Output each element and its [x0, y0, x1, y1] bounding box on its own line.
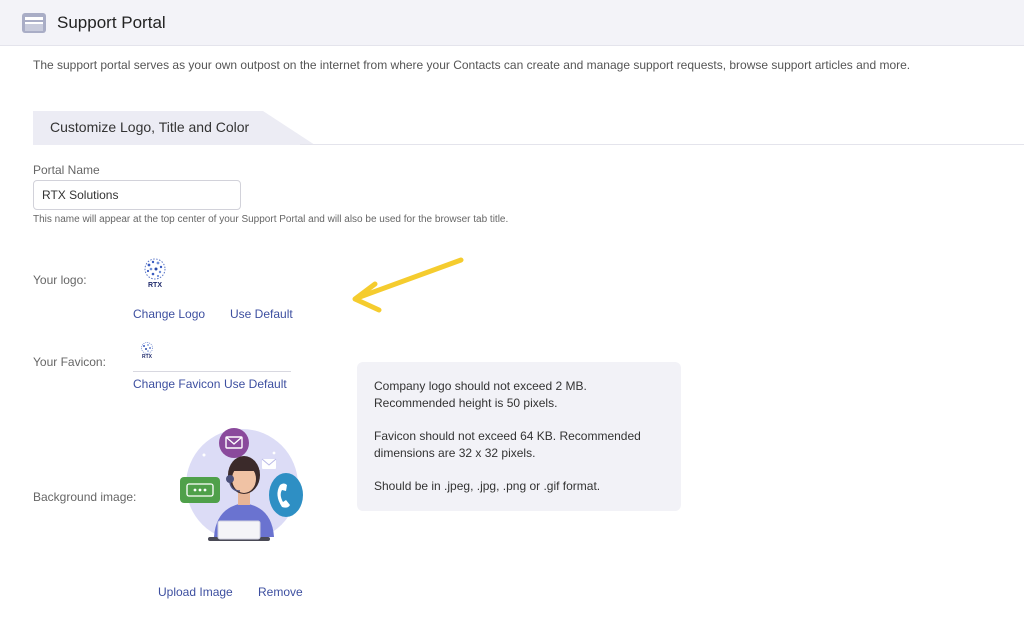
portal-name-hint: This name will appear at the top center … [33, 214, 509, 225]
page-title: Support Portal [57, 13, 166, 32]
portal-description: The support portal serves as your own ou… [33, 58, 911, 72]
favicon-wordmark: RTX [142, 354, 152, 360]
favicon-divider [133, 371, 291, 372]
favicon-label: Your Favicon: [33, 355, 106, 369]
change-favicon-link[interactable]: Change Favicon [133, 377, 220, 391]
favicon-use-default-link[interactable]: Use Default [224, 377, 287, 391]
portal-window-icon [22, 13, 46, 33]
upload-image-link[interactable]: Upload Image [158, 585, 233, 599]
logo-use-default-link[interactable]: Use Default [230, 307, 293, 321]
favicon-size-note: Favicon should not exceed 64 KB. Recomme… [374, 429, 641, 460]
support-agent-illustration [180, 428, 303, 541]
logo-size-note: Company logo should not exceed 2 MB. Rec… [374, 379, 587, 410]
logo-label: Your logo: [33, 273, 87, 287]
section-title: Customize Logo, Title and Color [50, 119, 250, 135]
globe-logo-icon [144, 258, 166, 280]
format-note: Should be in .jpeg, .jpg, .png or .gif f… [374, 479, 601, 493]
section-divider [300, 144, 1024, 145]
company-logo: RTX [140, 256, 170, 292]
portal-name-label: Portal Name [33, 163, 100, 177]
change-logo-link[interactable]: Change Logo [133, 307, 205, 321]
logo-wordmark: RTX [148, 282, 162, 289]
globe-favicon-icon [141, 342, 153, 354]
callout-arrow [352, 257, 464, 313]
remove-image-link[interactable]: Remove [258, 585, 303, 599]
background-image-label: Background image: [33, 490, 137, 504]
portal-name-input[interactable] [33, 180, 241, 210]
favicon-preview: RTX [138, 341, 156, 361]
page-header: Support Portal [0, 0, 1024, 46]
